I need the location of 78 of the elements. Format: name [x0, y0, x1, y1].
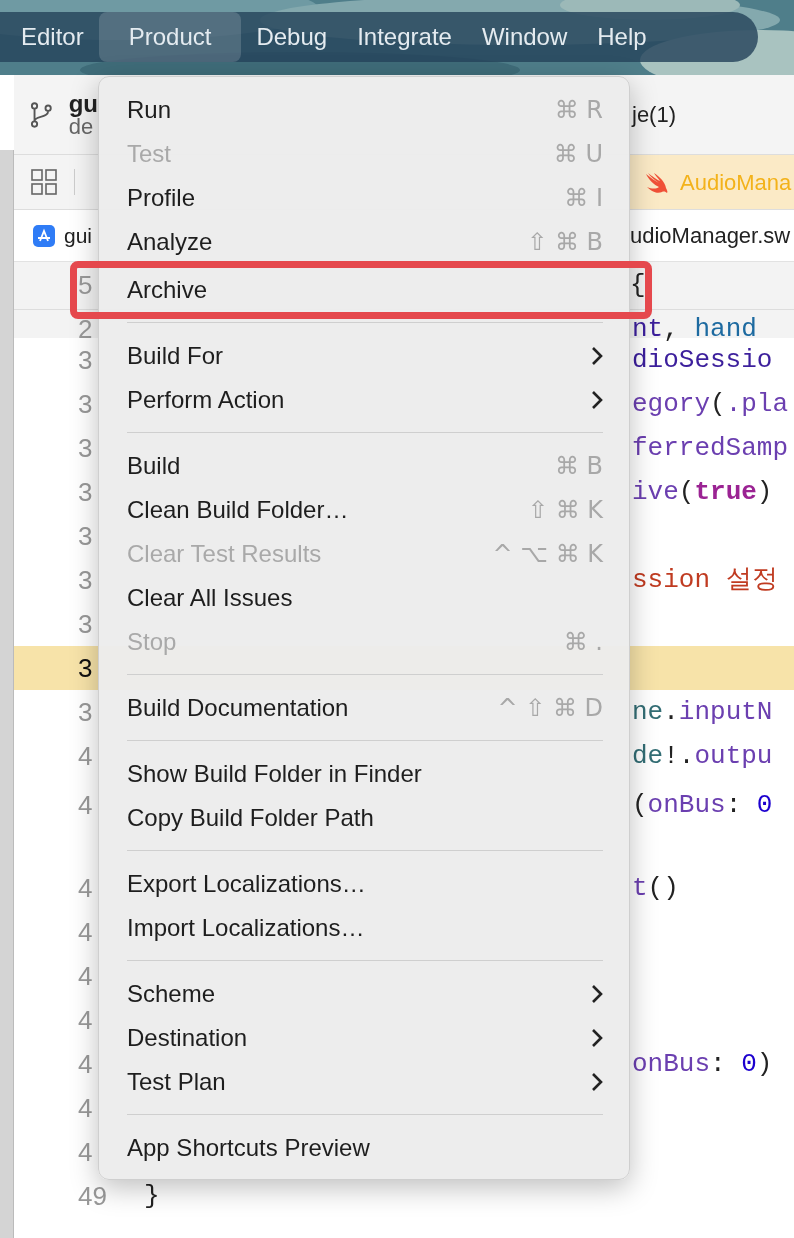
- code-text: ne.inputN: [631, 696, 773, 727]
- line-number: 4: [77, 739, 93, 773]
- code-text: egory(.pla: [631, 388, 789, 419]
- menu-item[interactable]: Destination: [99, 1016, 629, 1060]
- menu-item[interactable]: Clean Build Folder… ⇧ ⌘ K: [99, 488, 629, 532]
- line-number: 3: [77, 431, 93, 465]
- file-name[interactable]: udioManager.sw: [630, 219, 794, 252]
- shortcut-hint: ^ ⌥ ⌘ K: [492, 539, 603, 570]
- shortcut-hint: ^ ⇧ ⌘ D: [497, 693, 603, 724]
- tab-title: je(1): [630, 101, 677, 129]
- project-name[interactable]: gui: [64, 219, 93, 252]
- chevron-right-icon: [591, 390, 603, 410]
- line-number: 3: [77, 475, 93, 509]
- menu-item[interactable]: Archive: [99, 268, 629, 312]
- line-number: 3: [77, 563, 93, 597]
- chevron-right-icon: [591, 984, 603, 1004]
- swift-icon: [644, 170, 670, 194]
- shortcut-hint: ⇧ ⌘ B: [527, 227, 603, 258]
- menu-item[interactable]: Run ⌘ R: [99, 88, 629, 132]
- line-number: 2: [77, 313, 93, 346]
- menu-item[interactable]: Show Build Folder in Finder: [99, 752, 629, 796]
- line-number: 4: [77, 871, 93, 905]
- shortcut-hint: ⌘ R: [554, 95, 603, 126]
- menu-item[interactable]: Build ⌘ B: [99, 444, 629, 488]
- shortcut-hint: ⌘ I: [564, 183, 603, 214]
- line-number: 3: [77, 695, 93, 729]
- menu-item[interactable]: App Shortcuts Preview: [99, 1126, 629, 1170]
- chevron-right-icon: [591, 1028, 603, 1048]
- menu-item[interactable]: Scheme: [99, 972, 629, 1016]
- menu-bar-item[interactable]: Window: [466, 12, 583, 62]
- line-number: 3: [77, 387, 93, 421]
- line-number: 4: [77, 789, 93, 822]
- line-number: 49: [77, 1179, 107, 1213]
- shortcut-hint: ⌘ .: [563, 627, 603, 658]
- line-number: 4: [77, 1047, 93, 1081]
- menu-bar-item[interactable]: Product: [98, 12, 242, 62]
- menu-item[interactable]: Perform Action: [99, 378, 629, 422]
- code-text: {: [630, 269, 647, 302]
- line-number: 3: [77, 343, 93, 377]
- menu-item[interactable]: Build Documentation ^ ⇧ ⌘ D: [99, 686, 629, 730]
- shortcut-hint: ⌘ B: [554, 451, 603, 482]
- code-text: nt, hand: [631, 314, 757, 344]
- menu-bar-item[interactable]: Editor: [6, 12, 99, 62]
- menu-item[interactable]: Build For: [99, 334, 629, 378]
- menu-bar-item[interactable]: Integrate: [342, 12, 467, 62]
- code-text: t(): [631, 872, 679, 903]
- menu-bar-item[interactable]: Help: [582, 12, 662, 62]
- menu-item[interactable]: Test Plan: [99, 1060, 629, 1104]
- menu-item[interactable]: Copy Build Folder Path: [99, 796, 629, 840]
- line-number: 4: [77, 1135, 93, 1169]
- code-text: (onBus: 0: [631, 790, 773, 820]
- shortcut-hint: ⇧ ⌘ K: [527, 495, 603, 526]
- code-text: ssion 설정: [631, 564, 778, 595]
- line-number: 3: [77, 519, 93, 553]
- line-number: 5: [77, 269, 93, 302]
- menu-item[interactable]: Clear All Issues: [99, 576, 629, 620]
- line-number: 4: [77, 959, 93, 993]
- menu-item[interactable]: Export Localizations…: [99, 862, 629, 906]
- shortcut-hint: ⌘ U: [553, 139, 603, 170]
- menu-bar-item[interactable]: Debug: [241, 12, 343, 62]
- chevron-right-icon: [591, 1072, 603, 1092]
- branch-title: gu: [68, 91, 98, 116]
- line-number: 4: [77, 1091, 93, 1125]
- line-number: 4: [77, 915, 93, 949]
- grid-icon[interactable]: [30, 168, 58, 196]
- code-text: onBus: 0): [631, 1048, 773, 1079]
- menu-item[interactable]: Import Localizations…: [99, 906, 629, 950]
- code-text: dioSessio: [631, 344, 773, 375]
- line-number: 3: [77, 651, 93, 685]
- code-text: ive(true): [631, 476, 773, 507]
- chevron-right-icon: [591, 346, 603, 366]
- menu-item[interactable]: Profile ⌘ I: [99, 176, 629, 220]
- line-number: 4: [77, 1003, 93, 1037]
- line-number: 3: [77, 607, 93, 641]
- menu-item[interactable]: Analyze ⇧ ⌘ B: [99, 220, 629, 264]
- app-icon: [32, 223, 56, 248]
- code-text: de!.outpu: [631, 740, 773, 771]
- code-text: ferredSamp: [631, 432, 789, 463]
